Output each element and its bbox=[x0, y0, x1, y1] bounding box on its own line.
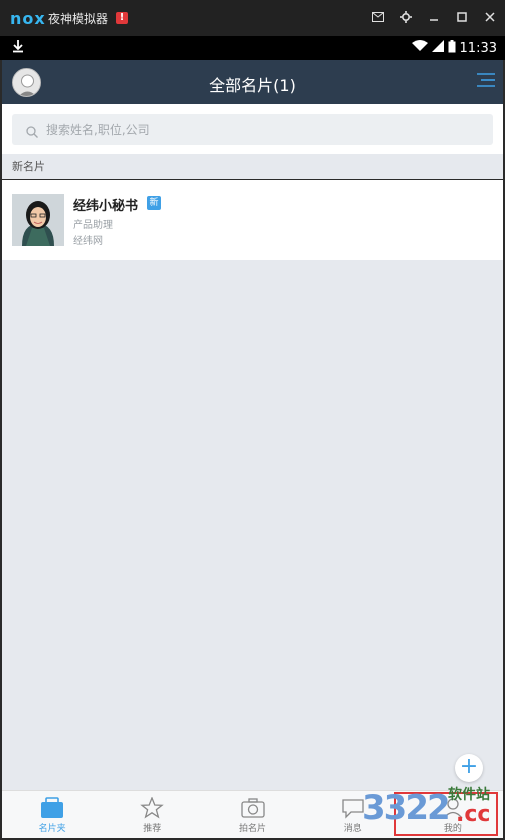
card-name: 经纬小秘书 bbox=[73, 199, 139, 214]
close-icon[interactable] bbox=[483, 11, 497, 25]
status-bar: 11:33 bbox=[0, 36, 505, 60]
wifi-icon bbox=[411, 40, 428, 56]
search-input[interactable] bbox=[46, 114, 446, 145]
search-icon bbox=[26, 123, 38, 138]
site-watermark: 3322 软件站 .cc bbox=[352, 778, 502, 838]
nav-item-recommend[interactable]: 推荐 bbox=[102, 791, 202, 838]
empty-list-area bbox=[2, 260, 503, 790]
app-header: 全部名片(1) bbox=[2, 60, 503, 104]
alert-icon[interactable]: ! bbox=[116, 12, 129, 24]
menu-icon[interactable] bbox=[477, 72, 495, 88]
card-role: 产品助理 bbox=[73, 220, 113, 231]
window-controls bbox=[371, 0, 497, 36]
mail-icon[interactable] bbox=[371, 11, 385, 25]
new-badge: 新 bbox=[147, 196, 161, 210]
card-company: 经纬网 bbox=[73, 236, 103, 247]
search-area bbox=[2, 104, 503, 154]
section-header-new-cards: 新名片 bbox=[2, 154, 503, 179]
card-photo bbox=[12, 194, 64, 246]
battery-icon bbox=[448, 39, 456, 57]
watermark-number: 3322 bbox=[362, 788, 451, 828]
maximize-icon[interactable] bbox=[455, 11, 469, 25]
nav-label: 推荐 bbox=[143, 824, 162, 834]
download-icon bbox=[12, 39, 24, 57]
gear-icon[interactable] bbox=[399, 10, 413, 26]
camera-icon bbox=[240, 797, 265, 819]
star-icon bbox=[140, 796, 165, 819]
business-card-item[interactable]: 经纬小秘书 新 产品助理 经纬网 bbox=[2, 180, 503, 260]
emulator-title-bar: nox 夜神模拟器 ! bbox=[0, 0, 505, 36]
signal-icon bbox=[431, 40, 444, 56]
status-time: 11:33 bbox=[459, 40, 497, 56]
emulator-title: 夜神模拟器 bbox=[48, 11, 109, 26]
nav-item-cardholder[interactable]: 名片夹 bbox=[2, 791, 102, 838]
nav-label: 拍名片 bbox=[239, 824, 267, 834]
page-title: 全部名片(1) bbox=[209, 76, 296, 95]
nav-label: 名片夹 bbox=[38, 824, 66, 834]
nox-logo: nox bbox=[10, 8, 46, 28]
minimize-icon[interactable] bbox=[427, 11, 441, 25]
nav-item-scan[interactable]: 拍名片 bbox=[202, 791, 302, 838]
emulator-window: nox 夜神模拟器 ! 11:33 全部名片(1) 搜索姓名,职位,公司 新名片… bbox=[0, 0, 505, 840]
watermark-domain: .cc bbox=[456, 802, 491, 827]
plus-icon: + bbox=[459, 754, 479, 779]
search-box[interactable] bbox=[12, 114, 493, 145]
cardholder-icon bbox=[40, 797, 64, 819]
watermark-site: 软件站 bbox=[448, 787, 490, 803]
